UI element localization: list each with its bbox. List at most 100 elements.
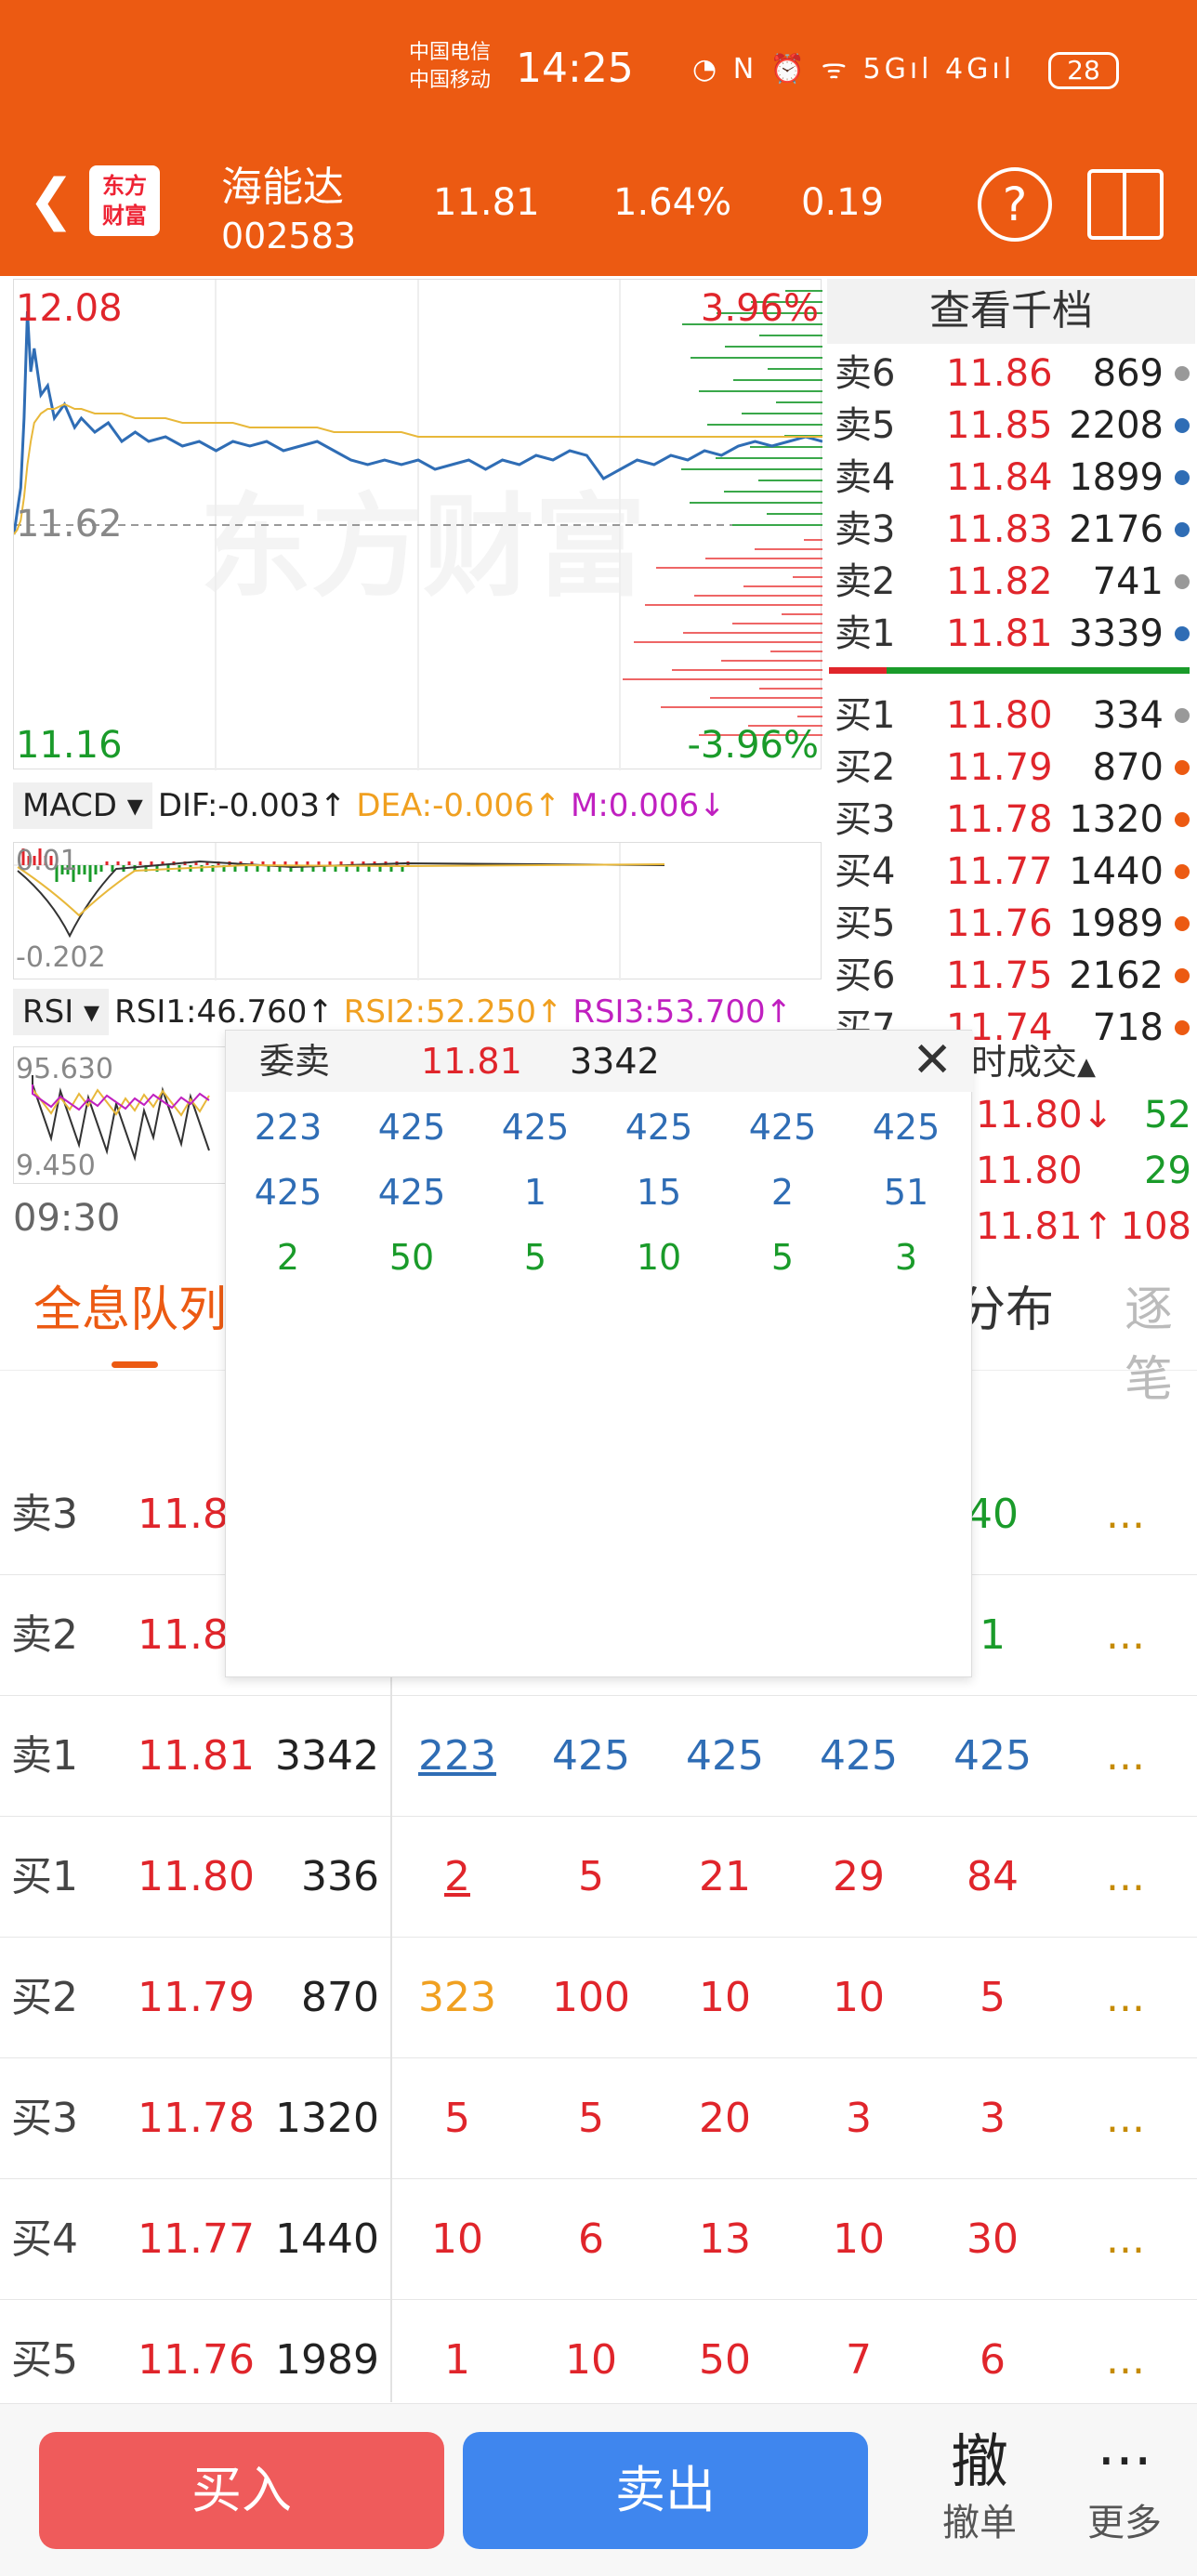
queue-cell: 6 [578,2215,604,2263]
orderbook-label: 卖6 [835,352,896,395]
orderbook-label: 买4 [835,850,896,893]
cancel-order-button[interactable]: 撤 撤单 [924,2426,1035,2549]
popup-cell: 2 [770,1172,795,1213]
queue-cell: 425 [552,1732,630,1780]
macd-legend: MACD ▾ DIF:-0.003↑ DEA:-0.006↑ M:0.006↓ [13,782,726,829]
orderbook-label: 买2 [835,746,896,789]
popup-cell: 5 [770,1237,795,1278]
queue-row[interactable]: 买4 11.77 1440 10 6 13 10 30... [0,2179,1197,2300]
popup-cell: 425 [748,1107,817,1148]
status-dot-icon [1175,864,1190,879]
back-arrow-icon[interactable]: ❮ [28,172,74,228]
more-button[interactable]: ··· 更多 [1069,2426,1180,2549]
popup-header: 委卖 11.81 3342 ✕ [226,1031,973,1092]
more-dots: ... [1106,2215,1145,2263]
popup-volume: 3342 [570,1041,660,1082]
popup-cell: 15 [636,1172,682,1213]
orderbook-buy-row[interactable]: 买4 11.77 1440 [825,846,1197,898]
cancel-icon: 撤 [950,2427,1008,2495]
tab-tick-by-tick[interactable]: 逐笔 [1125,1270,1197,1410]
buy-button[interactable]: 买入 [39,2432,444,2549]
queue-cell: 20 [699,2095,751,2142]
orderbook-volume: 1440 [1069,850,1164,893]
tab-underline [112,1361,158,1368]
more-dots: ... [1106,2095,1145,2142]
trades-title[interactable]: 时成交▲ [971,1033,1096,1084]
queue-cell: 5 [444,2095,470,2142]
queue-cell: 2 [444,1853,470,1900]
status-time: 14:25 [516,45,634,92]
view-depth-button[interactable]: 查看千档 [827,279,1195,344]
queue-cell: 5 [578,2095,604,2142]
orderbook-volume: 718 [1092,1006,1164,1049]
stock-name: 海能达 [221,164,344,211]
queue-row[interactable]: 卖1 11.81 3342 223 425 425 425 425... [0,1696,1197,1817]
orderbook-buy-row[interactable]: 买5 11.76 1989 [825,898,1197,950]
rsi-selector[interactable]: RSI ▾ [13,989,110,1035]
queue-cell: 100 [552,1974,630,2021]
trade-price: 11.80 [976,1150,1083,1192]
queue-cell: 29 [833,1853,885,1900]
orderbook-sell-row[interactable]: 卖4 11.84 1899 [825,452,1197,504]
queue-price: 11.8 [138,1611,229,1659]
trade-volume: 29 [1144,1150,1191,1192]
orderbook-price: 11.77 [946,850,1053,893]
orderbook-sell-row[interactable]: 卖6 11.86 869 [825,348,1197,400]
low-pct-label: -3.96% [687,724,819,767]
popup-cell: 51 [883,1172,929,1213]
orderbook-volume: 1989 [1069,902,1164,945]
queue-row[interactable]: 买3 11.78 1320 5 5 20 3 3... [0,2058,1197,2179]
orderbook-buy-row[interactable]: 买6 11.75 2162 [825,950,1197,1002]
intraday-chart[interactable]: 东方财富 12.08 3.96% 11.62 11.16 -3.96% [13,279,822,770]
orderbook-volume: 2176 [1069,508,1164,551]
queue-cell: 425 [686,1732,764,1780]
help-icon[interactable]: ? [978,167,1052,242]
queue-volume: 3342 [275,1732,379,1780]
orderbook-volume: 741 [1092,560,1164,603]
queue-cell: 10 [699,1974,751,2021]
switch-layout-icon[interactable] [1087,169,1164,240]
queue-cell: 223 [418,1732,496,1780]
orderbook-buy-row[interactable]: 买2 11.79 870 [825,742,1197,794]
queue-row[interactable]: 买2 11.79 870 323 100 10 10 5... [0,1938,1197,2058]
orderbook-price: 11.82 [946,560,1053,603]
orderbook-sell-row[interactable]: 卖3 11.83 2176 [825,504,1197,556]
macd-selector[interactable]: MACD ▾ [13,782,152,829]
queue-label: 卖1 [11,1732,78,1780]
popup-cell: 425 [377,1172,446,1213]
more-dots: ... [1106,1611,1145,1659]
orderbook-buy-row[interactable]: 买3 11.78 1320 [825,794,1197,846]
status-dot-icon [1175,708,1190,723]
queue-price: 11.79 [138,1974,255,2021]
tab-full-queue[interactable]: 全息队列 [33,1270,227,1340]
change-amount: 0.19 [801,181,885,224]
orderbook-buy-row[interactable]: 买1 11.80 334 [825,690,1197,742]
orderbook-sell-row[interactable]: 卖2 11.82 741 [825,556,1197,608]
status-dot-icon [1175,418,1190,433]
orderbook-price: 11.75 [946,954,1053,997]
close-icon[interactable]: ✕ [912,1036,953,1084]
queue-label: 卖2 [11,1611,78,1659]
more-dots: ... [1106,1732,1145,1780]
status-dot-icon [1175,470,1190,485]
queue-volume: 336 [301,1853,379,1900]
queue-cell: 5 [980,1974,1006,2021]
queue-label: 买2 [11,1974,78,2021]
more-dots: ... [1106,1974,1145,2021]
queue-volume: 1440 [275,2215,379,2263]
popup-title: 委卖 [259,1041,331,1082]
popup-cell: 425 [625,1107,693,1148]
orderbook-sell-row[interactable]: 卖5 11.85 2208 [825,400,1197,452]
status-dot-icon [1175,968,1190,983]
queue-volume: 870 [301,1974,379,2021]
popup-cell: 3 [894,1237,918,1278]
orderbook-price: 11.76 [946,902,1053,945]
queue-cell: 10 [431,2215,483,2263]
popup-price: 11.81 [421,1041,522,1082]
orderbook-volume: 1899 [1069,456,1164,499]
queue-row[interactable]: 买1 11.80 336 2 5 21 29 84... [0,1817,1197,1938]
sell-button[interactable]: 卖出 [463,2432,868,2549]
orderbook-price: 11.83 [946,508,1053,551]
stock-code: 002583 [221,216,357,256]
orderbook-sell-row[interactable]: 卖1 11.81 3339 [825,608,1197,660]
